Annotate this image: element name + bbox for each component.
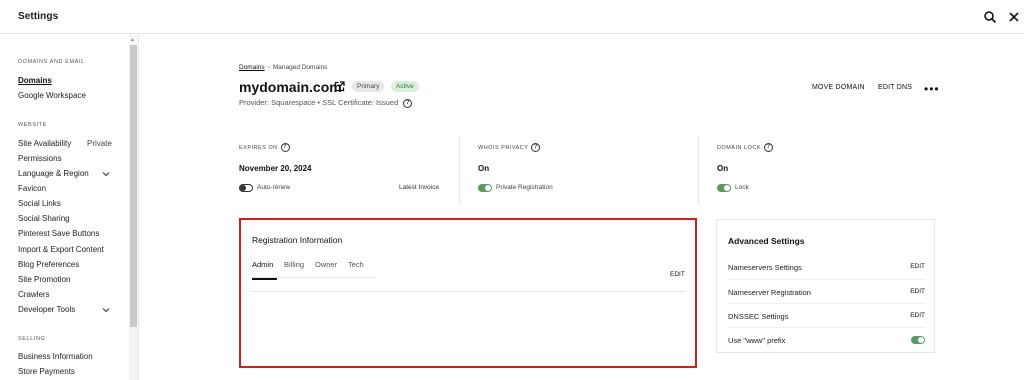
sidebar: DOMAINS AND EMAIL Domains Google Workspa… (0, 35, 139, 380)
external-link-icon[interactable] (334, 81, 345, 92)
www-prefix-row: Use "www" prefix (728, 327, 925, 351)
domain-lock-label: DOMAIN LOCK? (717, 143, 774, 152)
scrollbar-thumb[interactable] (130, 45, 137, 327)
advanced-settings-title: Advanced Settings (728, 236, 805, 246)
move-domain-button[interactable]: MOVE DOMAIN (812, 84, 865, 91)
chevron-down-icon[interactable] (102, 170, 110, 178)
www-prefix-toggle[interactable] (911, 336, 925, 344)
nameservers-settings-row: Nameservers Settings EDIT (728, 255, 925, 279)
provider-text: Provider: Squarespace (239, 98, 316, 107)
sidebar-item-store-payments[interactable]: Store Payments (18, 367, 75, 376)
sidebar-section-website: WEBSITE (18, 122, 47, 128)
tab-owner[interactable]: Owner (315, 260, 337, 269)
expires-date: November 20, 2024 (239, 164, 312, 173)
edit-dns-button[interactable]: EDIT DNS (878, 84, 912, 91)
sidebar-section-domains-email: DOMAINS AND EMAIL (18, 59, 85, 65)
more-options-button[interactable]: ••• (924, 82, 940, 96)
divider (252, 291, 686, 292)
breadcrumb-separator: › (267, 64, 270, 71)
domain-lock-toggle[interactable] (717, 184, 731, 192)
sidebar-item-blog-preferences[interactable]: Blog Preferences (18, 260, 79, 269)
sidebar-item-crawlers[interactable]: Crawlers (18, 290, 50, 299)
help-icon[interactable]: ? (531, 143, 541, 152)
sidebar-item-site-promotion[interactable]: Site Promotion (18, 275, 70, 284)
sidebar-section-selling: SELLING (18, 336, 46, 342)
www-prefix-label: Use "www" prefix (728, 336, 786, 345)
sidebar-item-google-workspace[interactable]: Google Workspace (18, 91, 86, 100)
registration-edit-button[interactable]: EDIT (670, 271, 685, 278)
sidebar-item-developer-tools[interactable]: Developer Tools (18, 305, 75, 314)
breadcrumb: Domains › Managed Domains (239, 64, 327, 71)
auto-renew-label: Auto-renew (257, 184, 291, 191)
domain-lock-toggle-label: Lock (735, 184, 749, 191)
nameservers-settings-edit-button[interactable]: EDIT (910, 263, 925, 270)
page-title: Settings (18, 11, 59, 22)
dnssec-settings-label: DNSSEC Settings (728, 312, 789, 321)
active-status-badge: Active (391, 81, 419, 92)
registration-title: Registration Information (252, 235, 343, 245)
domain-name: mydomain.com (239, 79, 342, 95)
scroll-up-arrow[interactable]: ▲ (130, 37, 135, 43)
help-icon[interactable]: ? (280, 143, 290, 152)
tab-tech[interactable]: Tech (348, 260, 364, 269)
expires-label: EXPIRES ON? (239, 143, 290, 152)
sidebar-item-social-links[interactable]: Social Links (18, 199, 61, 208)
advanced-settings-panel: Advanced Settings Nameservers Settings E… (716, 219, 935, 353)
dnssec-settings-row: DNSSEC Settings EDIT (728, 303, 925, 327)
help-icon[interactable]: ? (403, 98, 413, 108)
whois-label: WHOIS PRIVACY? (478, 143, 541, 152)
primary-badge: Primary (352, 81, 385, 92)
ssl-status-text: SSL Certificate: Issued (322, 98, 399, 107)
nameserver-registration-edit-button[interactable]: EDIT (910, 288, 925, 295)
auto-renew-toggle[interactable] (239, 184, 253, 192)
whois-column: WHOIS PRIVACY? On Private Registration (459, 136, 698, 204)
sidebar-item-business-information[interactable]: Business Information (18, 352, 93, 361)
sidebar-item-permissions[interactable]: Permissions (18, 154, 62, 163)
sidebar-item-favicon[interactable]: Favicon (18, 184, 46, 193)
site-availability-status: Private (87, 139, 112, 148)
private-registration-toggle[interactable] (478, 184, 492, 192)
sidebar-item-social-sharing[interactable]: Social Sharing (18, 214, 70, 223)
domain-provider-info: Provider: Squarespace • SSL Certificate:… (239, 98, 413, 108)
domain-lock-value: On (717, 164, 729, 173)
whois-value: On (478, 164, 490, 173)
sidebar-item-site-availability[interactable]: Site Availability (18, 139, 71, 148)
tab-admin[interactable]: Admin (252, 260, 273, 269)
sidebar-item-domains[interactable]: Domains (18, 76, 52, 85)
sidebar-item-import-export[interactable]: Import & Export Content (18, 245, 104, 254)
active-tab-indicator (252, 278, 277, 280)
registration-tabs: Admin Billing Owner Tech (252, 260, 376, 278)
private-registration-label: Private Registration (496, 184, 553, 191)
search-icon[interactable] (983, 10, 997, 24)
nameservers-settings-label: Nameservers Settings (728, 263, 802, 272)
bullet-separator: • (317, 98, 321, 107)
chevron-down-icon[interactable] (102, 306, 110, 314)
breadcrumb-domains-link[interactable]: Domains (239, 64, 265, 71)
latest-invoice-link[interactable]: Latest Invoice (399, 184, 439, 191)
sidebar-item-language-region[interactable]: Language & Region (18, 169, 89, 178)
close-icon[interactable] (1007, 10, 1021, 24)
top-bar: Settings (0, 0, 1024, 34)
nameserver-registration-row: Nameserver Registration EDIT (728, 279, 925, 303)
sidebar-item-pinterest-save-buttons[interactable]: Pinterest Save Buttons (18, 229, 99, 238)
help-icon[interactable]: ? (764, 143, 774, 152)
expires-column: EXPIRES ON? November 20, 2024 Auto-renew… (239, 136, 459, 204)
tab-billing[interactable]: Billing (284, 260, 304, 269)
domain-lock-column: DOMAIN LOCK? On Lock (698, 136, 938, 204)
breadcrumb-current: Managed Domains (272, 64, 328, 71)
registration-information-panel: Registration Information Admin Billing O… (239, 218, 697, 368)
nameserver-registration-label: Nameserver Registration (728, 288, 811, 297)
dnssec-settings-edit-button[interactable]: EDIT (910, 312, 925, 319)
